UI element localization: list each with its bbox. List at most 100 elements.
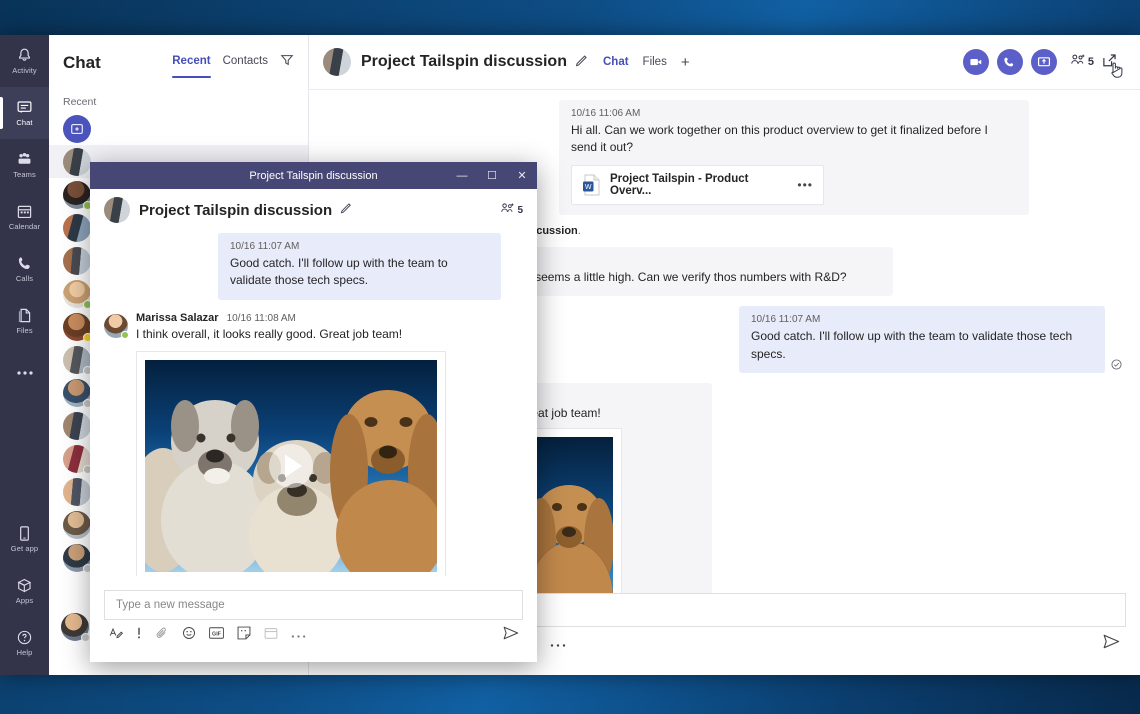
help-question-icon — [16, 629, 33, 646]
file-attachment-card[interactable]: W Project Tailspin - Product Overv... ••… — [571, 164, 824, 205]
rail-item-more[interactable] — [0, 347, 49, 399]
avatar — [63, 543, 92, 573]
avatar — [63, 444, 92, 474]
rail-item-chat[interactable]: Chat — [0, 87, 49, 139]
avatar — [63, 213, 91, 242]
rail-item-activity[interactable]: Activity — [0, 35, 49, 87]
rail-label-teams: Teams — [13, 170, 36, 179]
popout-close-button[interactable]: ✕ — [507, 162, 537, 189]
message-text: Good catch. I'll follow up with the team… — [751, 329, 1073, 361]
avatar — [63, 345, 92, 375]
rail-item-teams[interactable]: Teams — [0, 139, 49, 191]
mobile-app-icon — [17, 525, 32, 542]
popout-message-list: 10/16 11:07 AM Good catch. I'll follow u… — [90, 231, 537, 576]
teams-app-window: ‹ › Search or type / for a list of short… — [0, 35, 1140, 675]
rail-label-files: Files — [16, 326, 33, 335]
popout-maximize-button[interactable]: ☐ — [477, 162, 507, 189]
tab-chat[interactable]: Chat — [603, 56, 629, 68]
svg-text:W: W — [585, 184, 592, 191]
popout-title-bar[interactable]: Project Tailspin discussion — ☐ ✕ — [90, 162, 537, 189]
sticker-icon[interactable] — [237, 626, 251, 645]
system-text-suffix: . — [577, 224, 581, 237]
message-row: 10/16 11:07 AM Good catch. I'll follow u… — [104, 233, 523, 300]
message-bubble-outgoing: 10/16 11:07 AM Good catch. I'll follow u… — [218, 233, 501, 300]
group-avatar — [323, 48, 351, 76]
message-timestamp: 10/16 11:07 AM — [230, 241, 300, 252]
participants-count-group[interactable]: 5 — [1071, 53, 1094, 71]
popout-message-composer: Type a new message GIF — [104, 590, 523, 650]
tab-files[interactable]: Files — [643, 56, 667, 68]
popout-conversation-title: Project Tailspin discussion — [139, 201, 333, 219]
apps-grid-icon — [16, 577, 33, 594]
avatar — [61, 613, 90, 642]
conversation-actions: 5 — [962, 49, 1126, 78]
pencil-edit-icon[interactable] — [340, 201, 353, 219]
calendar-icon — [16, 203, 33, 220]
popout-window-controls: — ☐ ✕ — [447, 162, 537, 189]
video-attachment-card[interactable] — [136, 351, 446, 576]
message-row: Marissa Salazar 10/16 11:08 AM I think o… — [104, 309, 523, 576]
message-bubble-incoming: 10/16 11:06 AM Hi all. Can we work toget… — [559, 100, 1029, 215]
people-add-icon — [501, 201, 515, 219]
send-icon[interactable] — [503, 626, 523, 645]
new-chat-icon — [63, 114, 91, 143]
participant-count: 5 — [1087, 56, 1094, 68]
popout-composer-toolbar: GIF — [104, 620, 523, 650]
rail-item-calls[interactable]: Calls — [0, 243, 49, 295]
popout-minimize-button[interactable]: — — [447, 162, 477, 189]
video-camera-icon[interactable] — [962, 49, 989, 75]
format-text-icon[interactable] — [109, 626, 124, 645]
giphy-icon[interactable]: GIF — [209, 626, 224, 644]
recent-section-label: Recent — [63, 96, 97, 108]
rail-item-apps[interactable]: Apps — [0, 565, 49, 617]
presence-badge — [81, 633, 90, 642]
mouse-cursor-hand — [1111, 62, 1123, 78]
tab-contacts[interactable]: Contacts — [223, 55, 268, 71]
meet-now-icon[interactable] — [264, 626, 278, 645]
read-receipt-icon — [1111, 359, 1122, 373]
rail-label-apps: Apps — [15, 596, 34, 605]
new-chat-row[interactable] — [49, 112, 308, 145]
tab-recent[interactable]: Recent — [172, 55, 211, 78]
send-icon[interactable] — [1103, 634, 1126, 654]
more-options-icon[interactable] — [291, 626, 306, 644]
phone-icon — [16, 255, 33, 272]
rail-item-get-app[interactable]: Get app — [0, 513, 49, 565]
filter-funnel-icon[interactable] — [280, 53, 294, 72]
emoji-icon[interactable] — [182, 626, 196, 645]
pencil-edit-icon[interactable] — [575, 53, 589, 72]
rail-label-get-app: Get app — [10, 544, 39, 553]
presence-badge — [121, 330, 129, 339]
group-avatar — [104, 197, 130, 223]
rail-label-calls: Calls — [15, 274, 34, 283]
rail-item-help[interactable]: Help — [0, 617, 49, 669]
attach-paperclip-icon[interactable] — [155, 626, 169, 645]
svg-text:GIF: GIF — [212, 631, 222, 637]
avatar — [63, 378, 92, 408]
chat-list-tabs: Recent Contacts — [172, 53, 294, 78]
files-icon — [16, 307, 33, 324]
important-icon[interactable] — [136, 626, 142, 645]
play-button-icon[interactable] — [262, 437, 320, 495]
message-bubble-incoming: Marissa Salazar 10/16 11:08 AM I think o… — [136, 309, 446, 576]
rail-label-chat: Chat — [16, 118, 33, 127]
rail-item-files[interactable]: Files — [0, 295, 49, 347]
message-timestamp: 10/16 11:07 AM — [751, 314, 821, 326]
message-text: Good catch. I'll follow up with the team… — [230, 256, 448, 288]
more-ellipsis-icon — [16, 370, 34, 376]
avatar — [63, 279, 92, 309]
popout-participants-group[interactable]: 5 — [501, 201, 523, 219]
file-name: Project Tailspin - Product Overv... — [610, 172, 749, 197]
more-options-icon[interactable] — [550, 635, 566, 653]
file-more-options-icon[interactable]: ••• — [797, 178, 813, 192]
pop-out-icon[interactable] — [1102, 51, 1126, 78]
conversation-header: Project Tailspin discussion Chat Files + — [309, 35, 1140, 90]
bell-icon — [16, 47, 33, 64]
rail-label-calendar: Calendar — [8, 222, 41, 231]
phone-call-icon[interactable] — [996, 49, 1023, 75]
screen-share-icon[interactable] — [1030, 49, 1057, 75]
popout-message-input[interactable]: Type a new message — [104, 590, 523, 620]
avatar — [104, 313, 129, 339]
rail-item-calendar[interactable]: Calendar — [0, 191, 49, 243]
add-tab-button[interactable]: + — [681, 54, 690, 71]
